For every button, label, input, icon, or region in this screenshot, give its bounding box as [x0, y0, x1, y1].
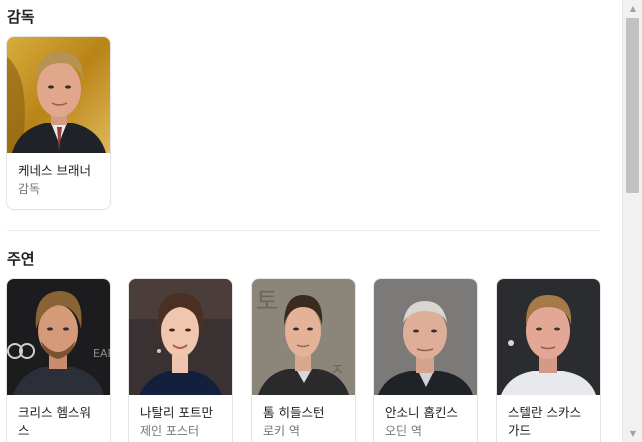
cast-role: 로키 역	[263, 424, 300, 438]
person-photo-icon	[129, 279, 232, 395]
cast-card[interactable]: 토 ㅈ 톰 히들스턴 로키 역	[252, 279, 355, 442]
person-photo-icon: 토 ㅈ	[252, 279, 355, 395]
director-role: 감독	[18, 182, 41, 196]
cast-photo	[374, 279, 477, 395]
cast-name: 스텔란 스카스가드	[508, 405, 581, 438]
cast-card[interactable]: 스텔란 스카스가드	[497, 279, 600, 442]
cast-photo: 토 ㅈ	[252, 279, 355, 395]
page: 감독 케네스 브래너 감독 주연 EA 크리스 헴스워스 나탈리 포트만 제인 …	[0, 0, 642, 442]
cast-card[interactable]: EAR 크리스 헴스워스	[7, 279, 110, 442]
scroll-up-arrow-icon[interactable]: ▲	[623, 0, 642, 17]
director-name: 케네스 브래너	[18, 163, 91, 178]
cast-role	[497, 440, 600, 441]
scrollbar-thumb[interactable]	[626, 18, 639, 193]
vertical-scrollbar[interactable]: ▲ ▼	[622, 0, 642, 442]
cast-section-title: 주연	[7, 250, 35, 268]
person-photo-icon	[7, 37, 110, 153]
director-card[interactable]: 케네스 브래너 감독	[7, 37, 110, 209]
director-photo	[7, 37, 110, 153]
cast-name: 안소니 홉킨스	[385, 405, 458, 420]
cast-role	[7, 440, 110, 441]
cast-photo	[497, 279, 600, 395]
cast-card[interactable]: 안소니 홉킨스 오딘 역	[374, 279, 477, 442]
section-divider	[7, 230, 600, 231]
cast-photo	[129, 279, 232, 395]
cast-role: 제인 포스터	[140, 424, 200, 438]
person-photo-icon	[497, 279, 600, 395]
person-photo-icon	[374, 279, 477, 395]
scroll-down-arrow-icon[interactable]: ▼	[623, 425, 642, 442]
svg-text:토: 토	[256, 287, 278, 315]
svg-text:EAR: EAR	[93, 347, 110, 360]
cast-name: 톰 히들스턴	[263, 405, 325, 420]
cast-photo: EAR	[7, 279, 110, 395]
person-photo-icon: EAR	[7, 279, 110, 395]
cast-role: 오딘 역	[385, 424, 422, 438]
cast-card[interactable]: 나탈리 포트만 제인 포스터	[129, 279, 232, 442]
cast-name: 나탈리 포트만	[140, 405, 213, 420]
cast-name: 크리스 헴스워스	[18, 405, 91, 438]
director-section-title: 감독	[7, 8, 35, 26]
